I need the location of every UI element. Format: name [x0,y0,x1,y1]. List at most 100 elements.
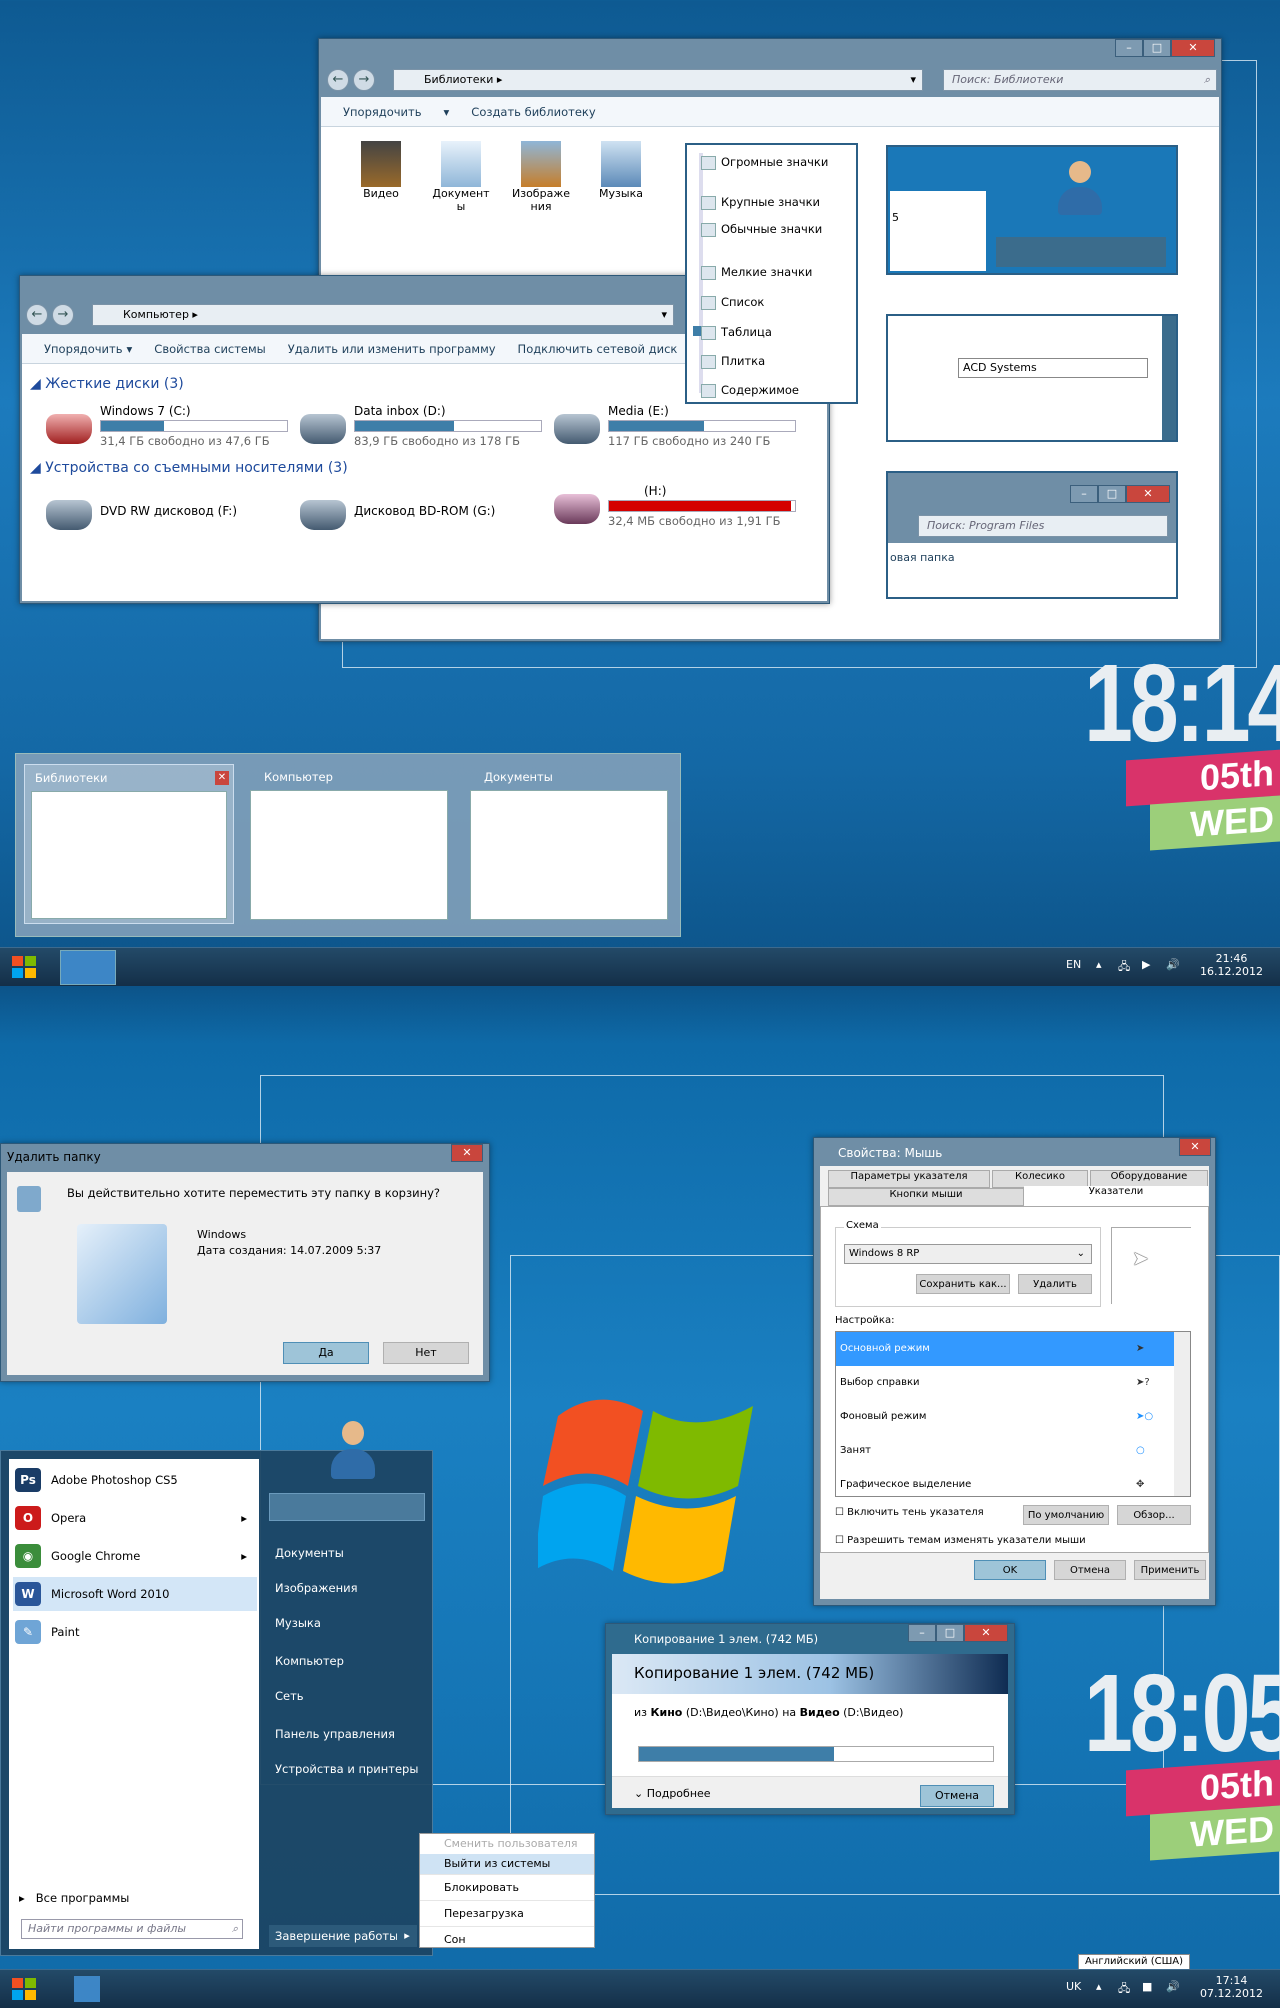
menu-item-extra-large-icons[interactable]: Огромные значки [700,155,828,170]
scrollbar[interactable] [1162,316,1176,440]
taskbar-explorer-button[interactable] [60,950,116,985]
forward-button[interactable]: → [353,69,375,91]
themes-checkbox[interactable]: ☐ Разрешить темам изменять указатели мыш… [835,1535,1086,1546]
menu-item-tiles[interactable]: Плитка [700,354,765,369]
create-library-button[interactable]: Создать библиотеку [471,105,595,119]
cancel-button[interactable]: Отмена [920,1785,994,1807]
volume-icon[interactable]: 🔊 [1166,958,1180,971]
shutdown-menu-item[interactable]: Блокировать [420,1874,594,1900]
shutdown-options-arrow[interactable]: ▸ [397,1925,417,1947]
start-link[interactable]: Документы [275,1546,344,1560]
address-bar[interactable]: Компьютер ▸ ▾ [92,304,674,326]
start-link[interactable]: Музыка [275,1616,321,1630]
cancel-button[interactable]: Отмена [1054,1560,1126,1580]
volume-icon[interactable]: 🔊 [1166,1980,1180,1993]
shutdown-menu-item[interactable]: Выйти из системы [420,1854,594,1874]
organize-button[interactable]: Упорядочить [44,342,123,356]
start-link[interactable]: Компьютер [275,1654,344,1668]
tab-buttons[interactable]: Кнопки мыши [828,1188,1024,1206]
start-link[interactable]: Панель управления [275,1727,395,1741]
back-button[interactable]: ← [26,304,48,326]
delete-scheme-button[interactable]: Удалить [1018,1274,1092,1294]
more-details-button[interactable]: ⌄ Подробнее [634,1787,711,1800]
menu-item-large-icons[interactable]: Крупные значки [700,195,820,210]
start-button[interactable] [10,1976,38,2002]
network-icon[interactable]: 🖧 [1118,1980,1130,1999]
drive-g[interactable]: Дисковод BD-ROM (G:) [300,490,540,540]
media-icon[interactable]: ▶ [1142,958,1150,971]
shutdown-menu-item[interactable]: Сменить пользователя [420,1834,594,1854]
library-music[interactable]: Музыка [591,141,651,200]
maximize-button[interactable]: □ [1143,39,1171,57]
no-button[interactable]: Нет [383,1342,469,1364]
close-button[interactable]: ✕ [1179,1138,1211,1156]
menu-item-small-icons[interactable]: Мелкие значки [700,265,812,280]
taskbar-explorer-button[interactable] [74,1976,100,2002]
close-button[interactable]: ✕ [964,1624,1008,1642]
menu-item-list[interactable]: Список [700,295,764,310]
thumbnail-libraries[interactable]: Библиотеки ✕ [24,764,234,924]
language-indicator[interactable]: EN [1066,958,1081,971]
show-hidden-icons[interactable]: ▴ [1096,1980,1102,1993]
cursor-list-item[interactable]: Графическое выделение ✥ [836,1468,1176,1496]
show-hidden-icons[interactable]: ▴ [1096,958,1102,971]
program-item[interactable]: Ps Adobe Photoshop CS5 [13,1463,257,1497]
apply-button[interactable]: Применить [1134,1560,1206,1580]
program-item[interactable]: ◉ Google Chrome ▸ [13,1539,257,1573]
forward-button[interactable]: → [52,304,74,326]
library-pictures[interactable]: Изображения [511,141,571,213]
group-hard-drives[interactable]: ◢ Жесткие диски (3) [30,376,184,392]
cursor-list-item[interactable]: Основной режим ➤ [836,1332,1176,1366]
shadow-checkbox[interactable]: ☐ Включить тень указателя [835,1507,984,1518]
tab-pointer-options[interactable]: Параметры указателя [828,1170,990,1188]
browse-button[interactable]: Обзор... [1117,1505,1191,1525]
media-icon[interactable]: ■ [1142,1980,1152,1993]
user-avatar[interactable] [331,1421,375,1481]
menu-item-details[interactable]: Таблица [701,325,772,340]
map-network-drive-button[interactable]: Подключить сетевой диск [518,342,678,356]
drive-c[interactable]: Windows 7 (C:) 31,4 ГБ свободно из 47,6 Г… [46,404,288,454]
drive-h[interactable]: (H:) 32,4 МБ свободно из 1,91 ГБ [554,484,796,534]
search-input[interactable]: Поиск: Библиотеки ⌕ [943,69,1217,91]
clock[interactable]: 21:46 16.12.2012 [1200,952,1263,978]
uninstall-program-button[interactable]: Удалить или изменить программу [288,342,496,356]
menu-item-medium-icons[interactable]: Обычные значки [700,222,822,237]
network-icon[interactable]: 🖧 [1118,958,1130,977]
search-input[interactable]: Найти программы и файлы ⌕ [21,1919,243,1939]
close-icon[interactable]: ✕ [215,771,229,785]
organize-button[interactable]: Упорядочить [343,105,422,119]
program-item[interactable]: ✎ Paint [13,1615,257,1649]
group-removable[interactable]: ◢ Устройства со съемными носителями (3) [30,460,348,476]
save-as-button[interactable]: Сохранить как... [916,1274,1010,1294]
cursor-list-item[interactable]: Выбор справки ➤? [836,1366,1176,1400]
language-indicator[interactable]: UK [1066,1980,1081,1993]
maximize-button[interactable]: □ [936,1624,964,1642]
back-button[interactable]: ← [327,69,349,91]
menu-item-content[interactable]: Содержимое [700,383,799,398]
scrollbar[interactable] [1174,1332,1190,1496]
drive-d[interactable]: Data inbox (D:) 83,9 ГБ свободно из 178 Г… [300,404,542,454]
library-documents[interactable]: Документы [431,141,491,213]
thumbnail-documents[interactable]: Документы [464,764,674,924]
shutdown-menu-item[interactable]: Перезагрузка [420,1900,594,1926]
all-programs-button[interactable]: ▸ Все программы [19,1891,129,1905]
minimize-button[interactable]: – [1115,39,1143,57]
close-button[interactable]: ✕ [451,1144,483,1162]
default-button[interactable]: По умолчанию [1023,1505,1109,1525]
library-video[interactable]: Видео [351,141,411,200]
program-item[interactable]: W Microsoft Word 2010 [13,1577,257,1611]
drive-e[interactable]: Media (E:) 117 ГБ свободно из 240 ГБ [554,404,796,454]
ok-button[interactable]: OK [974,1560,1046,1580]
drive-f[interactable]: DVD RW дисковод (F:) [46,490,286,540]
system-properties-button[interactable]: Свойства системы [154,342,265,356]
shutdown-button[interactable]: Завершение работы [269,1925,415,1947]
scheme-select[interactable]: Windows 8 RP ⌄ [844,1244,1092,1264]
minimize-button[interactable]: – [908,1624,936,1642]
cursor-list-item[interactable]: Занят ○ [836,1434,1176,1468]
start-link[interactable]: Изображения [275,1581,358,1595]
tab-pointers[interactable]: Указатели [1024,1186,1208,1206]
close-button[interactable]: ✕ [1171,39,1215,57]
shutdown-menu-item[interactable]: Сон [420,1926,594,1952]
start-button[interactable] [10,954,38,980]
address-bar[interactable]: Библиотеки ▸ ▾ [393,69,923,91]
